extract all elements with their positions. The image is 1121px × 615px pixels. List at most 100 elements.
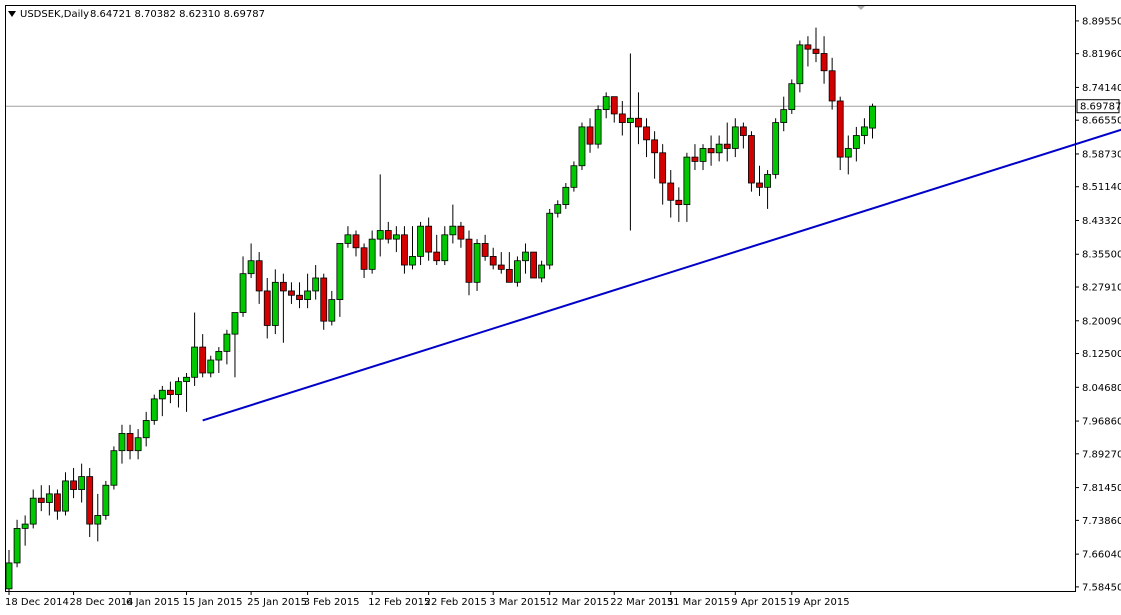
- candle-bull[interactable]: [409, 256, 416, 266]
- candle-bull[interactable]: [861, 126, 868, 136]
- candle-bear[interactable]: [530, 251, 537, 279]
- candle-bear[interactable]: [352, 234, 360, 249]
- candle-bull[interactable]: [844, 148, 852, 158]
- candle-bull[interactable]: [683, 156, 691, 205]
- candle-bull[interactable]: [368, 238, 376, 270]
- candle-bull[interactable]: [191, 346, 199, 378]
- candle-bull[interactable]: [118, 433, 126, 452]
- candle-bear[interactable]: [820, 53, 828, 72]
- candle-bear[interactable]: [489, 256, 497, 266]
- candle-bear[interactable]: [756, 182, 763, 188]
- candle-bull[interactable]: [13, 527, 21, 564]
- candle-bull[interactable]: [5, 562, 13, 590]
- candle-bear[interactable]: [166, 389, 174, 395]
- candle-bull[interactable]: [150, 398, 158, 421]
- candle-bull[interactable]: [538, 264, 546, 279]
- candle-bull[interactable]: [328, 299, 336, 322]
- candle-bull[interactable]: [715, 143, 723, 154]
- candle-bear[interactable]: [401, 234, 408, 266]
- candle-bear[interactable]: [748, 135, 755, 184]
- candle-bull[interactable]: [869, 105, 876, 129]
- candle-bear[interactable]: [70, 480, 77, 490]
- candle-bull[interactable]: [271, 281, 279, 326]
- candle-bull[interactable]: [578, 126, 586, 167]
- candle-bull[interactable]: [312, 277, 320, 292]
- candle-bull[interactable]: [570, 165, 578, 188]
- candle-bull[interactable]: [441, 234, 449, 262]
- candle-bull[interactable]: [417, 225, 424, 257]
- candle-bear[interactable]: [425, 225, 433, 253]
- candle-bull[interactable]: [336, 243, 344, 300]
- candle-bear[interactable]: [643, 126, 650, 141]
- candle-bear[interactable]: [804, 44, 812, 50]
- candle-bull[interactable]: [772, 122, 780, 175]
- candle-bear[interactable]: [126, 433, 134, 452]
- candle-bear[interactable]: [457, 225, 465, 240]
- candle-bull[interactable]: [78, 476, 86, 490]
- candle-bull[interactable]: [142, 420, 150, 439]
- candle-bull[interactable]: [788, 83, 796, 111]
- candle-bear[interactable]: [54, 493, 61, 512]
- candle-bull[interactable]: [554, 204, 562, 214]
- candle-bear[interactable]: [279, 281, 287, 292]
- candle-bull[interactable]: [626, 117, 634, 123]
- candle-bull[interactable]: [239, 273, 247, 313]
- candle-bull[interactable]: [158, 389, 166, 400]
- candle-bear[interactable]: [86, 476, 94, 525]
- candle-bear[interactable]: [667, 182, 675, 201]
- candle-bull[interactable]: [764, 173, 771, 188]
- candle-bull[interactable]: [449, 225, 457, 236]
- candle-bull[interactable]: [29, 497, 37, 525]
- candle-bull[interactable]: [376, 230, 384, 240]
- candle-bear[interactable]: [360, 247, 368, 270]
- candle-bull[interactable]: [562, 186, 570, 205]
- candle-bear[interactable]: [836, 100, 844, 158]
- candle-bear[interactable]: [618, 113, 626, 123]
- candle-bull[interactable]: [223, 333, 231, 352]
- candle-bull[interactable]: [852, 135, 860, 149]
- chart-window[interactable]: 8.89550 8.81960 8.74140 8.66550 8.58730 8.511…: [0, 0, 1121, 611]
- candle-bear[interactable]: [723, 143, 731, 149]
- candle-bull[interactable]: [522, 251, 529, 262]
- candle-bull[interactable]: [62, 480, 69, 512]
- candle-bull[interactable]: [392, 234, 400, 240]
- candle-bear[interactable]: [433, 251, 441, 262]
- candle-bear[interactable]: [263, 290, 271, 326]
- candle-bull[interactable]: [304, 290, 311, 300]
- candle-bear[interactable]: [675, 199, 683, 205]
- candle-bear[interactable]: [707, 148, 715, 154]
- candle-bull[interactable]: [699, 148, 707, 162]
- candle-bull[interactable]: [207, 359, 215, 374]
- candle-bull[interactable]: [546, 212, 554, 266]
- candle-bull[interactable]: [134, 437, 142, 452]
- candle-bear[interactable]: [659, 152, 667, 184]
- candle-bull[interactable]: [94, 515, 102, 525]
- candle-bear[interactable]: [739, 126, 747, 136]
- candle-bull[interactable]: [602, 96, 610, 111]
- candle-bear[interactable]: [384, 230, 392, 240]
- candle-bull[interactable]: [344, 234, 352, 244]
- candle-bull[interactable]: [594, 109, 602, 145]
- candle-bull[interactable]: [231, 312, 239, 335]
- candle-bull[interactable]: [175, 381, 182, 395]
- candlestick-chart[interactable]: 8.89550 8.81960 8.74140 8.66550 8.58730 8.511…: [0, 0, 1121, 611]
- candle-bear[interactable]: [296, 294, 303, 300]
- candle-bear[interactable]: [288, 290, 295, 296]
- candle-bull[interactable]: [731, 126, 739, 149]
- candle-bear[interactable]: [828, 70, 836, 102]
- candle-bull[interactable]: [110, 450, 118, 486]
- candle-bull[interactable]: [780, 109, 788, 123]
- candle-bear[interactable]: [651, 139, 658, 154]
- candle-bear[interactable]: [635, 117, 642, 128]
- candle-bull[interactable]: [183, 376, 190, 383]
- candle-bull[interactable]: [473, 243, 481, 283]
- candle-bull[interactable]: [102, 484, 110, 516]
- candle-bull[interactable]: [247, 260, 255, 275]
- candle-bull[interactable]: [215, 350, 223, 361]
- candle-bull[interactable]: [45, 493, 53, 503]
- candle-bear[interactable]: [255, 260, 263, 292]
- candle-bear[interactable]: [481, 243, 489, 257]
- candle-bear[interactable]: [691, 156, 699, 162]
- candle-bull[interactable]: [514, 260, 521, 283]
- candle-bear[interactable]: [586, 126, 594, 145]
